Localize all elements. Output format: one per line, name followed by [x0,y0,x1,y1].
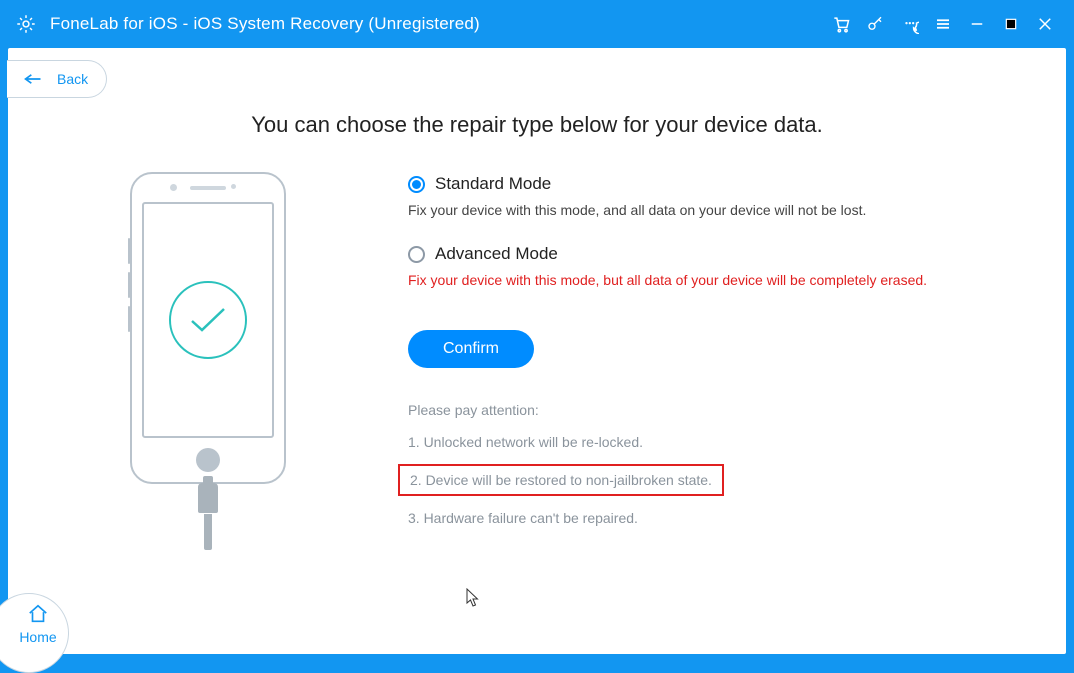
back-label: Back [57,71,88,87]
minimize-icon[interactable] [962,9,992,39]
confirm-button[interactable]: Confirm [408,330,534,368]
device-illustration [8,168,408,654]
cart-icon[interactable] [826,9,856,39]
window-title: FoneLab for iOS - iOS System Recovery (U… [50,14,480,34]
feedback-icon[interactable] [894,9,924,39]
radio-advanced[interactable] [408,246,425,263]
titlebar: FoneLab for iOS - iOS System Recovery (U… [0,0,1074,48]
radio-standard[interactable] [408,176,425,193]
menu-icon[interactable] [928,9,958,39]
maximize-icon[interactable] [996,9,1026,39]
attention-block: Please pay attention: 1. Unlocked networ… [408,402,1006,526]
attention-item: 1. Unlocked network will be re-locked. [408,434,1006,450]
app-gear-icon [14,12,38,36]
mode-advanced-title: Advanced Mode [435,244,558,264]
mode-advanced-desc: Fix your device with this mode, but all … [408,272,1006,288]
close-icon[interactable] [1030,9,1060,39]
page-title: You can choose the repair type below for… [8,112,1066,138]
main-panel: Back You can choose the repair type belo… [8,48,1066,654]
checkmark-icon [169,281,247,359]
attention-item: 3. Hardware failure can't be repaired. [408,510,1006,526]
mode-standard-title: Standard Mode [435,174,551,194]
cursor-icon [466,588,480,608]
home-icon [27,603,49,625]
key-icon[interactable] [860,9,890,39]
mode-standard-desc: Fix your device with this mode, and all … [408,202,1006,218]
attention-item-highlighted: 2. Device will be restored to non-jailbr… [398,464,724,496]
back-button[interactable]: Back [7,60,107,98]
mode-advanced[interactable]: Advanced Mode Fix your device with this … [408,244,1006,288]
mode-standard[interactable]: Standard Mode Fix your device with this … [408,174,1006,218]
home-label: Home [19,629,56,645]
attention-lead: Please pay attention: [408,402,1006,418]
